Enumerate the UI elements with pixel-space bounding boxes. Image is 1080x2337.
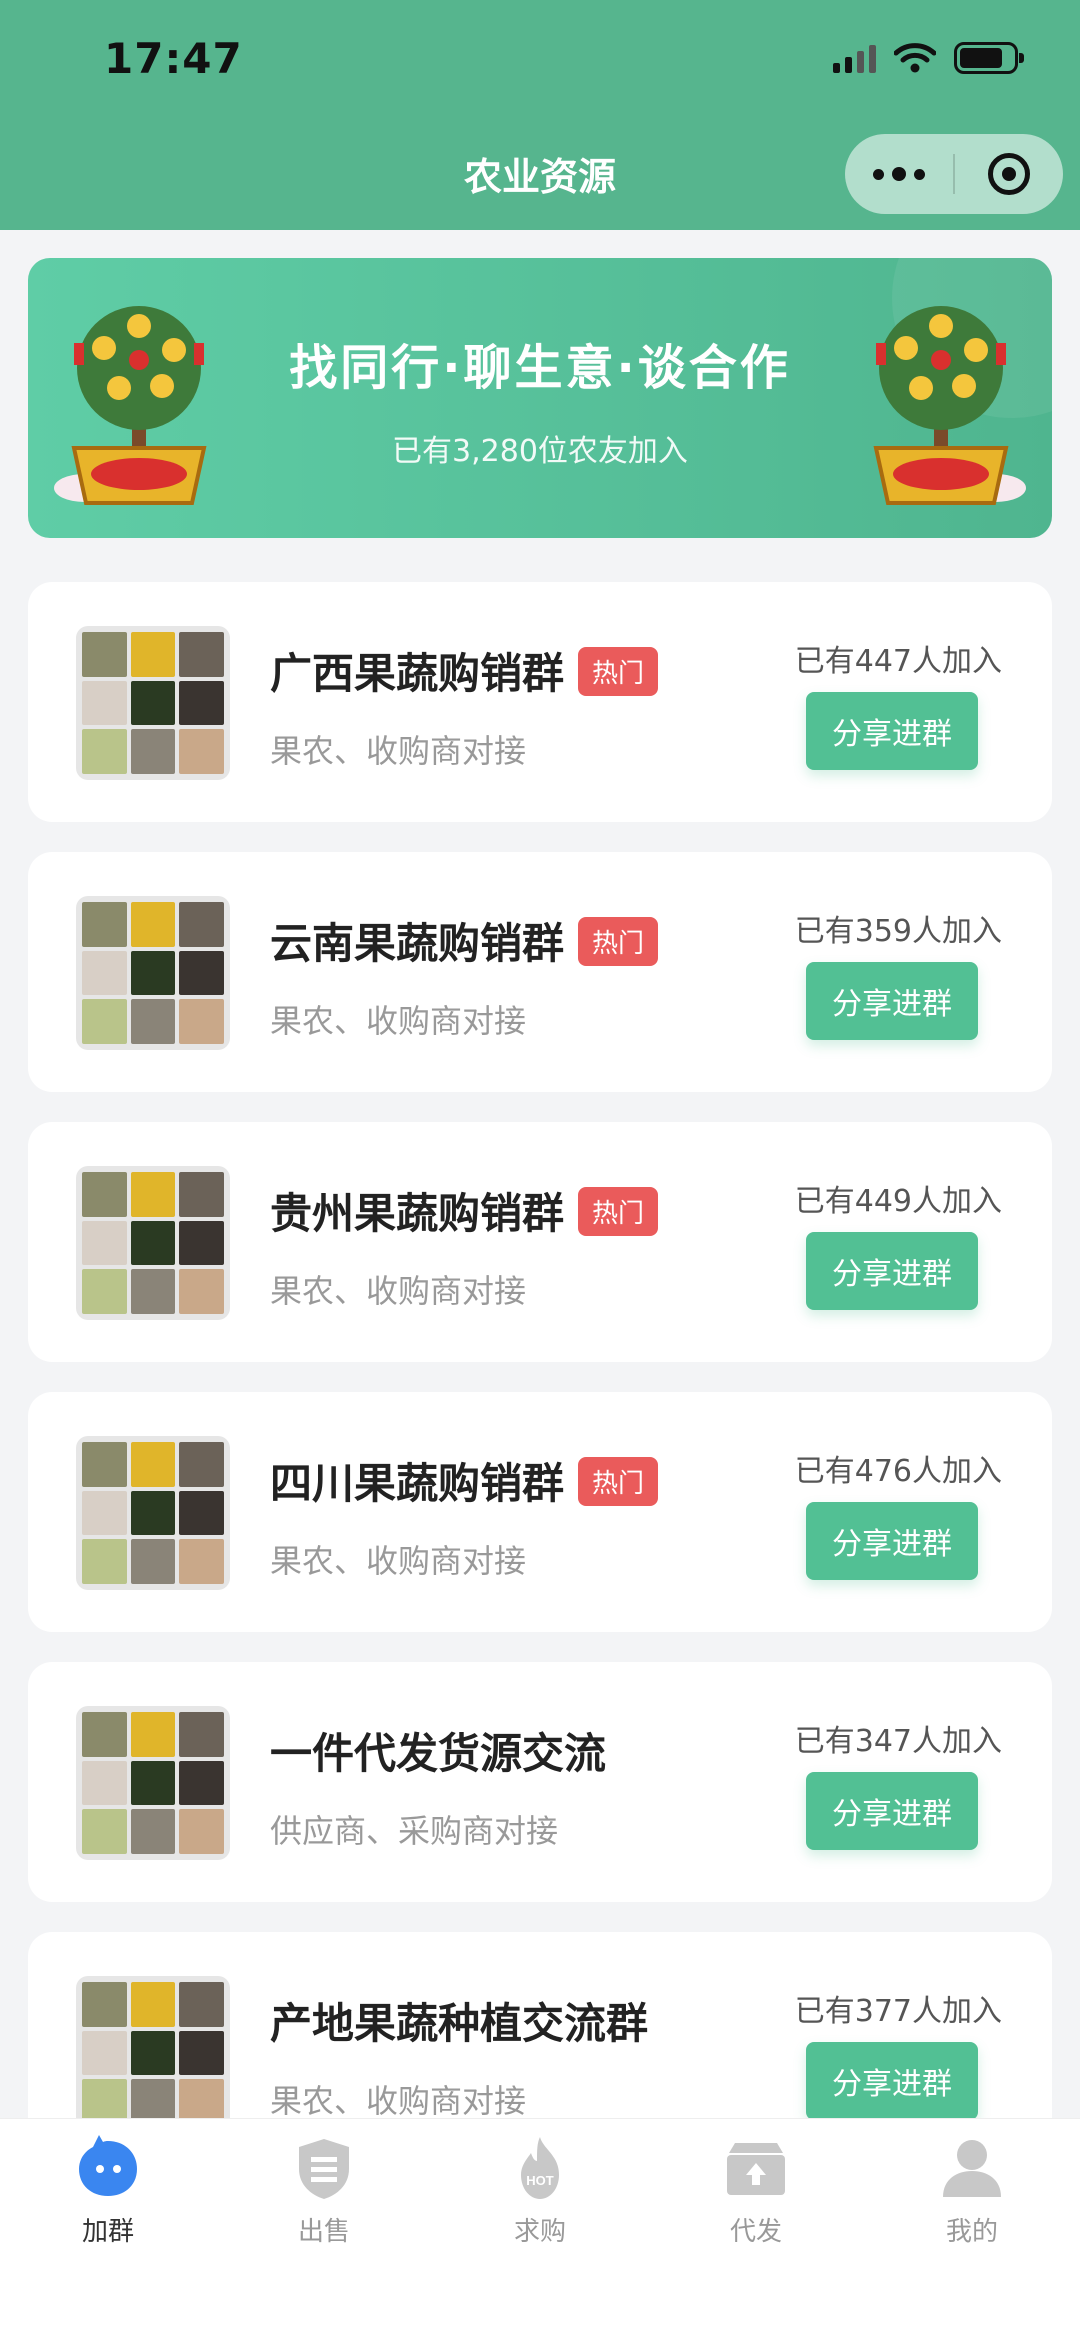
tab-label: 加群 (81, 2217, 134, 2247)
promo-banner: 找同行·聊生意·谈合作 已有3,280位农友加入 (28, 258, 1052, 538)
member-count: 已有449人加入 (794, 1184, 1002, 1219)
header-bar: 17:47 农业资源 (0, 0, 1080, 230)
member-count: 已有377人加入 (794, 1994, 1002, 2029)
status-icons (833, 42, 1024, 74)
share-join-button[interactable]: 分享进群 (806, 1502, 978, 1580)
chat-bubble-icon (79, 2135, 137, 2196)
group-subtitle: 果农、收购商对接 (270, 2082, 527, 2120)
group-avatar (76, 626, 230, 780)
sell-shield-icon (299, 2139, 349, 2199)
group-card[interactable]: 一件代发货源交流 供应商、采购商对接 已有347人加入 分享进群 (28, 1662, 1052, 1902)
tab-label: 代发 (729, 2217, 782, 2247)
tab-mine[interactable]: 我的 (864, 2119, 1080, 2337)
group-avatar (76, 1436, 230, 1590)
group-subtitle: 供应商、采购商对接 (270, 1812, 559, 1850)
group-card[interactable]: 云南果蔬购销群 热门 果农、收购商对接 已有359人加入 分享进群 (28, 852, 1052, 1092)
group-avatar (76, 1166, 230, 1320)
share-join-button[interactable]: 分享进群 (806, 2042, 978, 2120)
group-card[interactable]: 广西果蔬购销群 热门 果农、收购商对接 已有447人加入 分享进群 (28, 582, 1052, 822)
group-title: 产地果蔬种植交流群 (270, 1999, 649, 2048)
member-count: 已有359人加入 (794, 914, 1002, 949)
group-title: 一件代发货源交流 (270, 1729, 607, 1778)
tab-label: 出售 (297, 2217, 350, 2247)
group-card[interactable]: 贵州果蔬购销群 热门 果农、收购商对接 已有449人加入 分享进群 (28, 1122, 1052, 1362)
mini-program-capsule (845, 134, 1063, 214)
more-dots-icon[interactable] (845, 134, 953, 214)
tab-join-group[interactable]: 加群 (0, 2119, 216, 2337)
member-count: 已有447人加入 (794, 644, 1002, 679)
group-title: 四川果蔬购销群 热门 (270, 1450, 659, 1511)
member-count: 已有347人加入 (794, 1724, 1002, 1759)
group-card[interactable]: 四川果蔬购销群 热门 果农、收购商对接 已有476人加入 分享进群 (28, 1392, 1052, 1632)
group-avatar (76, 1976, 230, 2130)
share-join-button[interactable]: 分享进群 (806, 692, 978, 770)
status-time: 17:47 (104, 34, 243, 83)
tab-label: 我的 (945, 2217, 998, 2247)
tab-label: 求购 (513, 2217, 566, 2247)
share-join-button[interactable]: 分享进群 (806, 1232, 978, 1310)
hot-badge: 热门 (578, 1457, 659, 1506)
signal-icon (833, 43, 876, 73)
hot-badge: 热门 (578, 917, 659, 966)
group-title: 贵州果蔬购销群 热门 (270, 1180, 659, 1241)
group-title: 云南果蔬购销群 热门 (270, 910, 659, 971)
group-subtitle: 果农、收购商对接 (270, 1002, 527, 1040)
battery-icon (954, 42, 1024, 74)
group-avatar (76, 896, 230, 1050)
group-subtitle: 果农、收购商对接 (270, 1542, 527, 1580)
hot-badge: 热门 (578, 647, 659, 696)
target-icon[interactable] (955, 153, 1063, 195)
group-avatar (76, 1706, 230, 1860)
money-tree-icon (54, 306, 207, 505)
group-subtitle: 果农、收购商对接 (270, 1272, 527, 1310)
wifi-icon (894, 43, 936, 73)
upload-box-icon (727, 2143, 785, 2195)
user-icon (943, 2140, 1001, 2197)
hot-badge: 热门 (578, 1187, 659, 1236)
group-title: 广西果蔬购销群 热门 (270, 640, 659, 701)
money-tree-icon (873, 306, 1026, 505)
tab-buy[interactable]: HOT 求购 (432, 2119, 648, 2337)
hot-flame-icon: HOT (521, 2137, 559, 2199)
share-join-button[interactable]: 分享进群 (806, 1772, 978, 1850)
group-subtitle: 果农、收购商对接 (270, 732, 527, 770)
bottom-tabbar: 加群 出售 HOT 求购 代发 我的 (0, 2118, 1080, 2337)
tab-sell[interactable]: 出售 (216, 2119, 432, 2337)
svg-text:HOT: HOT (526, 2173, 554, 2188)
tab-dropship[interactable]: 代发 (648, 2119, 864, 2337)
share-join-button[interactable]: 分享进群 (806, 962, 978, 1040)
member-count: 已有476人加入 (794, 1454, 1002, 1489)
